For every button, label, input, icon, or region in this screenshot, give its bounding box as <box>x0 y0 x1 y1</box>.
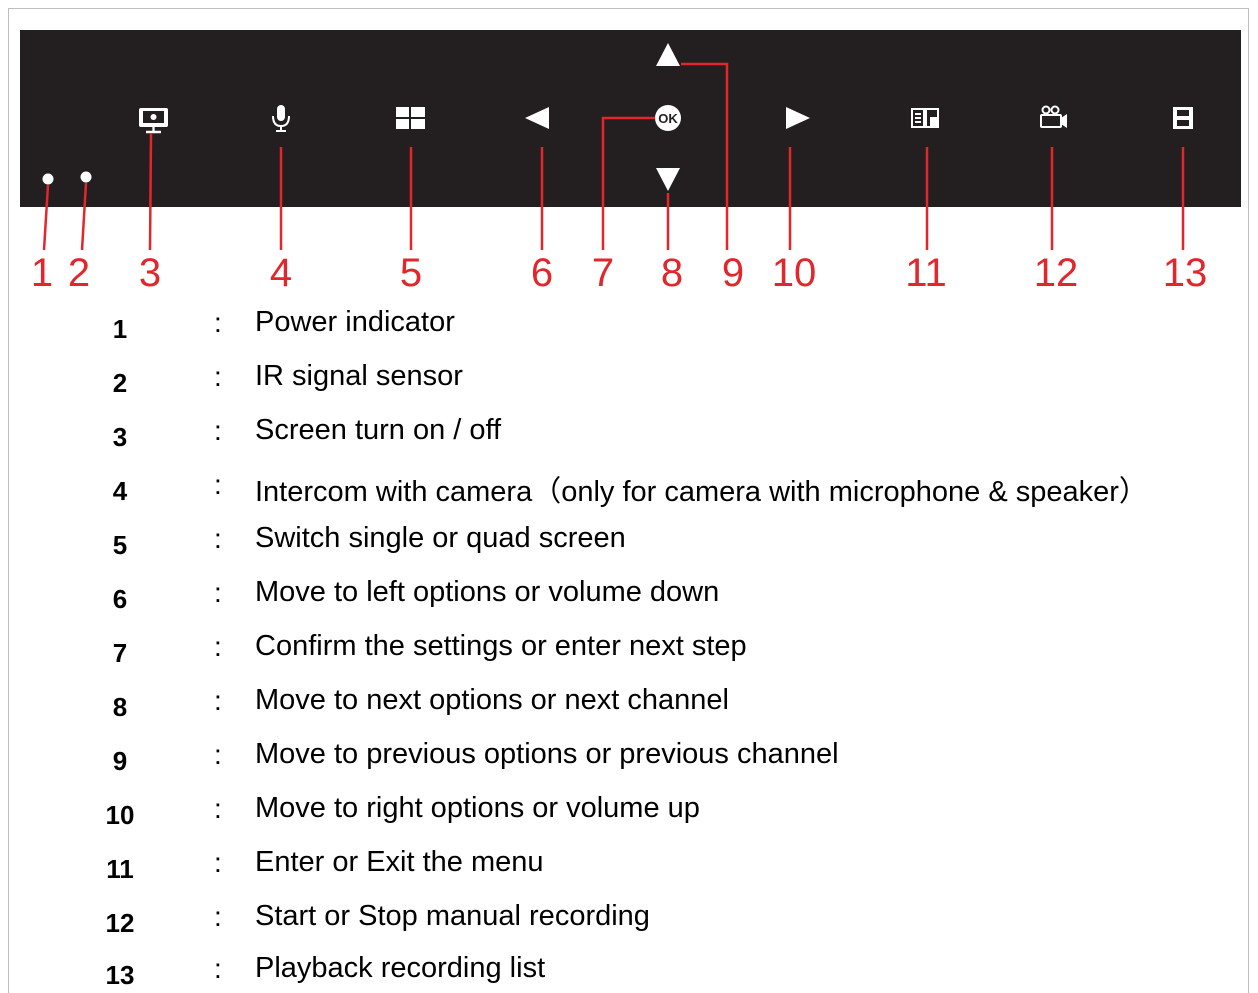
legend-row: 3 : Screen turn on / off <box>0 414 1258 454</box>
legend-number: 3 <box>112 422 128 452</box>
legend-description: Enter or Exit the menu <box>255 846 544 878</box>
legend-colon: : <box>214 577 222 608</box>
leader-line-7 <box>601 116 655 250</box>
arrow-right-icon[interactable] <box>786 107 810 129</box>
legend-number: 8 <box>112 692 128 722</box>
callout-11: 11 <box>905 251 947 295</box>
legend-colon: : <box>214 847 222 878</box>
callout-10: 10 <box>771 251 817 295</box>
legend-number: 11 <box>106 854 134 884</box>
legend-number: 5 <box>112 530 128 560</box>
legend-description: Move to next options or next channel <box>255 684 729 716</box>
legend-number: 13 <box>105 960 135 990</box>
film-strip-icon[interactable] <box>1173 107 1193 129</box>
arrow-left-icon[interactable] <box>525 107 549 129</box>
legend-description: Power indicator <box>255 306 455 338</box>
legend-number: 9 <box>112 746 128 776</box>
legend-colon: : <box>214 631 222 662</box>
menu-book-icon[interactable] <box>911 108 939 128</box>
legend-colon: : <box>214 307 222 338</box>
legend-colon: : <box>214 901 222 932</box>
legend-row: 6 : Move to left options or volume down <box>0 576 1258 616</box>
legend-description: Confirm the settings or enter next step <box>255 630 747 662</box>
legend-description: IR signal sensor <box>255 360 463 392</box>
legend-number: 4 <box>112 476 128 506</box>
arrow-up-icon[interactable] <box>656 43 680 66</box>
leader-line-1 <box>42 184 50 251</box>
callout-5: 5 <box>399 251 423 295</box>
monitor-icon[interactable] <box>139 108 168 134</box>
callout-lines <box>42 62 1185 251</box>
callout-12: 12 <box>1033 251 1079 295</box>
legend-row: 12 : Start or Stop manual recording <box>0 900 1258 940</box>
legend-colon: : <box>214 685 222 716</box>
legend-row: 5 : Switch single or quad screen <box>0 522 1258 562</box>
legend-number: 2 <box>112 368 128 398</box>
callout-13: 13 <box>1162 251 1208 295</box>
legend-description: Move to previous options or previous cha… <box>255 738 839 770</box>
legend-description: Switch single or quad screen <box>255 522 626 554</box>
ok-label: OK <box>658 111 678 126</box>
legend-number: 7 <box>112 638 128 668</box>
ok-button-icon[interactable]: OK <box>655 105 681 131</box>
legend-colon: : <box>214 523 222 554</box>
callout-7: 7 <box>591 251 615 295</box>
legend-row: 4 : Intercom with camera（only for camera… <box>0 468 1258 508</box>
legend-colon: : <box>214 739 222 770</box>
callout-9: 9 <box>721 251 745 295</box>
ir-sensor-icon <box>80 171 92 183</box>
video-camera-icon[interactable] <box>1040 105 1067 129</box>
legend-row: 2 : IR signal sensor <box>0 360 1258 400</box>
legend-description: Move to left options or volume down <box>255 576 720 608</box>
legend-row: 8 : Move to next options or next channel <box>0 684 1258 724</box>
quad-screen-icon[interactable] <box>396 107 425 129</box>
legend-colon: : <box>214 469 222 500</box>
legend-row: 10 : Move to right options or volume up <box>0 792 1258 832</box>
callout-6: 6 <box>530 251 554 295</box>
legend-colon: : <box>214 793 222 824</box>
power-led-icon <box>42 173 54 185</box>
legend-colon: : <box>214 415 222 446</box>
leader-line-9 <box>681 62 729 250</box>
legend-description: Screen turn on / off <box>255 414 502 446</box>
leader-line-3 <box>148 132 153 251</box>
arrow-down-icon[interactable] <box>656 168 680 191</box>
legend-number: 10 <box>105 800 135 830</box>
legend-row: 11 : Enter or Exit the menu <box>0 846 1258 886</box>
legend-row: 7 : Confirm the settings or enter next s… <box>0 630 1258 670</box>
microphone-icon[interactable] <box>272 105 290 132</box>
legend-description: Start or Stop manual recording <box>255 900 650 932</box>
legend-row: 13 : Playback recording list <box>0 952 1258 992</box>
leader-line-2 <box>80 182 88 251</box>
legend-number: 1 <box>112 314 128 344</box>
legend-description: Move to right options or volume up <box>255 792 700 824</box>
legend-number: 6 <box>112 584 128 614</box>
callout-2: 2 <box>67 251 91 295</box>
callout-3: 3 <box>138 251 162 295</box>
legend-colon: : <box>214 361 222 392</box>
legend-number: 12 <box>105 908 135 938</box>
legend-row: 9 : Move to previous options or previous… <box>0 738 1258 778</box>
callout-8: 8 <box>660 251 684 295</box>
legend-description: Playback recording list <box>255 952 546 984</box>
legend-description: Intercom with camera（only for camera wit… <box>255 476 1148 508</box>
legend-row: 1 : Power indicator <box>0 306 1258 346</box>
legend-colon: : <box>214 953 222 984</box>
callout-4: 4 <box>269 251 293 295</box>
